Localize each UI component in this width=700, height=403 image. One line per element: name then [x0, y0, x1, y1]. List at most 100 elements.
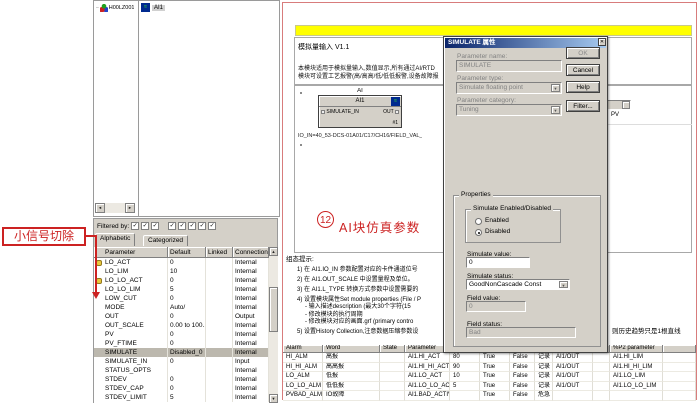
- execution-order: #1: [392, 120, 398, 126]
- tab-alphabetic[interactable]: Alphabetic: [95, 233, 135, 246]
- output-port[interactable]: OUT: [383, 109, 399, 115]
- filter-checkbox[interactable]: [208, 222, 216, 230]
- scroll-up-icon[interactable]: ▲: [269, 247, 278, 256]
- ai-block-icon: [141, 3, 150, 12]
- filtered-by-label: Filtered by:: [97, 223, 129, 230]
- alarm-row[interactable]: PVBAD_ALMIO故障AI1.BAD_ACTIVETrueFalse危急: [283, 391, 696, 401]
- col-default[interactable]: Default: [168, 247, 206, 258]
- filter-checkbox[interactable]: [131, 222, 139, 230]
- config-tips: 组态提示: 1) 在 AI1.IO_IN 参数配置对应的卡件通道位号 2) 在 A…: [286, 257, 448, 336]
- tree-node-module[interactable]: H00LZ001: [95, 4, 134, 12]
- tip-line: - 修改模块对应的画面.grf (primary contro: [305, 319, 448, 326]
- tip-line: 1) 在 AI1.IO_IN 参数配置对应的卡件通道位号: [297, 267, 448, 274]
- disabled-radio-label: Disabled: [485, 228, 510, 235]
- close-icon[interactable]: [598, 38, 606, 46]
- tip-line: - 修改模块的执行周期: [305, 312, 448, 319]
- diagram-bullet: [300, 144, 302, 146]
- param-row[interactable]: OUT_SCALE0.00 to 100...Internal: [94, 321, 278, 330]
- param-name-label: Parameter name:: [457, 53, 507, 60]
- filter-checkbox[interactable]: [188, 222, 196, 230]
- field-status-field[interactable]: Bad: [466, 327, 576, 338]
- alarm-row[interactable]: LO_LO_ALM低低报AI1.LO_LO_ACT5TrueFalse记录AI1…: [283, 382, 696, 392]
- port-square: [321, 110, 325, 114]
- step-caption: AI块仿真参数: [339, 217, 420, 236]
- param-row[interactable]: LO_LO_LIM5Internal: [94, 285, 278, 294]
- alarm-row[interactable]: HI_ALM高报AI1.HI_ACT80TrueFalse记录AI1/OUTAI…: [283, 353, 696, 363]
- filter-checkbox[interactable]: [198, 222, 206, 230]
- param-row[interactable]: LO_ACT0Internal: [94, 258, 278, 267]
- alarm-table: AlarmWordStateParameter%P2 parameterHI_A…: [283, 345, 696, 401]
- filter-checkbox[interactable]: [178, 222, 186, 230]
- cancel-button[interactable]: Cancel: [566, 64, 600, 76]
- alarm-row[interactable]: HI_HI_ALM高高报AI1.HI_HI_ACT90TrueFalse记录AI…: [283, 363, 696, 373]
- scrollbar-thumb[interactable]: [269, 287, 278, 332]
- simulate-enabled-group-label: Simulate Enabled/Disabled: [471, 205, 553, 212]
- param-type-dropdown[interactable]: Simulate floating point: [456, 82, 562, 94]
- block-item-label: AI1: [152, 5, 165, 11]
- tip-line: 3) 在 AI1.L_TYPE 转换方式参数中设置需要的: [297, 287, 448, 294]
- trend-note: 则历史趋势只是1根直线: [612, 325, 681, 335]
- col-connection[interactable]: Connection t: [233, 247, 269, 258]
- tip-line: 5) 设置History Collection,注意数据压缩参数设: [297, 329, 448, 336]
- param-row[interactable]: OUT0Output: [94, 312, 278, 321]
- block-type-label: AI: [318, 88, 402, 94]
- ok-button[interactable]: OK: [566, 47, 600, 59]
- scroll-left-icon[interactable]: ◄: [95, 203, 105, 213]
- simulate-enabled-group: [465, 209, 561, 243]
- col-parameter[interactable]: Parameter: [94, 247, 168, 258]
- filter-checkbox[interactable]: [151, 222, 159, 230]
- param-row[interactable]: MODEAuto/Internal: [94, 303, 278, 312]
- param-row[interactable]: STDEV0Internal: [94, 375, 278, 384]
- param-row[interactable]: LO_LO_ACT0Internal: [94, 276, 278, 285]
- tips-title: 组态提示:: [286, 257, 448, 264]
- param-row[interactable]: LO_LIM10Internal: [94, 267, 278, 276]
- disabled-radio[interactable]: [475, 229, 482, 236]
- filter-button[interactable]: Filter...: [566, 100, 600, 112]
- enabled-radio[interactable]: [475, 218, 482, 225]
- parameter-table: Parameter Default Linked Connection t LO…: [94, 247, 278, 403]
- properties-group-label: Properties: [459, 191, 493, 198]
- filter-checkbox[interactable]: [168, 222, 176, 230]
- step-number-badge: 12: [317, 211, 334, 228]
- module-doc-title: 模拟量输入 V1.1: [298, 42, 349, 52]
- simulate-status-dropdown[interactable]: GoodNonCascade Const: [466, 279, 570, 290]
- field-value-field[interactable]: 0: [466, 301, 526, 312]
- enabled-radio-label: Enabled: [485, 217, 509, 224]
- parameter-table-header: Parameter Default Linked Connection t: [94, 247, 278, 258]
- tab-categorized[interactable]: Categorized: [143, 235, 188, 246]
- col-linked[interactable]: Linked: [206, 247, 233, 258]
- highlight-bar: [295, 25, 692, 36]
- simulate-value-field[interactable]: 0: [466, 257, 530, 268]
- param-row[interactable]: SIMULATEDisabled_0Internal: [94, 348, 278, 357]
- scroll-right-icon[interactable]: ►: [125, 203, 135, 213]
- vertical-scrollbar[interactable]: ▲ ▼: [269, 247, 278, 403]
- tip-line: 2) 在 AI1.OUT_SCALE 中设置量程及单位。: [297, 277, 448, 284]
- param-type-label: Parameter type:: [457, 75, 503, 82]
- param-name-field[interactable]: SIMULATE: [456, 60, 562, 72]
- param-row[interactable]: SIMULATE_IN0Input: [94, 357, 278, 366]
- param-row[interactable]: STDEV_LIMIT5Internal: [94, 393, 278, 402]
- module-doc-desc-2: 模块可设置工艺报警(高/高高/低/低低报警,设备故障报: [298, 71, 448, 80]
- module-tree-panel: H00LZ001 ◄ ►: [93, 0, 139, 217]
- input-port[interactable]: SIMULATE_IN: [321, 109, 359, 115]
- help-button[interactable]: Help: [566, 81, 600, 93]
- scroll-down-icon[interactable]: ▼: [269, 394, 278, 403]
- pv-field-button[interactable]: [622, 101, 630, 109]
- param-row[interactable]: PV_FTIME0Internal: [94, 339, 278, 348]
- ai-function-block[interactable]: AI1 SIMULATE_IN OUT #1: [318, 95, 402, 128]
- alarm-row[interactable]: LO_ALM低报AI1.LO_ACT10TrueFalse记录AI1/OUTAI…: [283, 372, 696, 382]
- grid-line: [608, 124, 692, 125]
- param-category-label: Parameter category:: [457, 97, 516, 104]
- annotation-line: [95, 235, 97, 292]
- io-path-label: IO_IN=40_53-DCS-01A01/C17/CH16/FIELD_VAL…: [298, 133, 422, 139]
- horizontal-scrollbar[interactable]: ◄ ►: [95, 203, 135, 213]
- tree-node-label: H00LZ001: [109, 5, 135, 11]
- param-row[interactable]: PV0Internal: [94, 330, 278, 339]
- block-list-item-ai1[interactable]: AI1: [141, 3, 165, 12]
- filter-checkbox[interactable]: [141, 222, 149, 230]
- block-list-panel: AI1: [138, 0, 280, 217]
- param-row[interactable]: STDEV_CAP0Internal: [94, 384, 278, 393]
- param-row[interactable]: STATUS_OPTSInternal: [94, 366, 278, 375]
- param-row[interactable]: LOW_CUT0Internal: [94, 294, 278, 303]
- param-category-dropdown[interactable]: Tuning: [456, 104, 562, 116]
